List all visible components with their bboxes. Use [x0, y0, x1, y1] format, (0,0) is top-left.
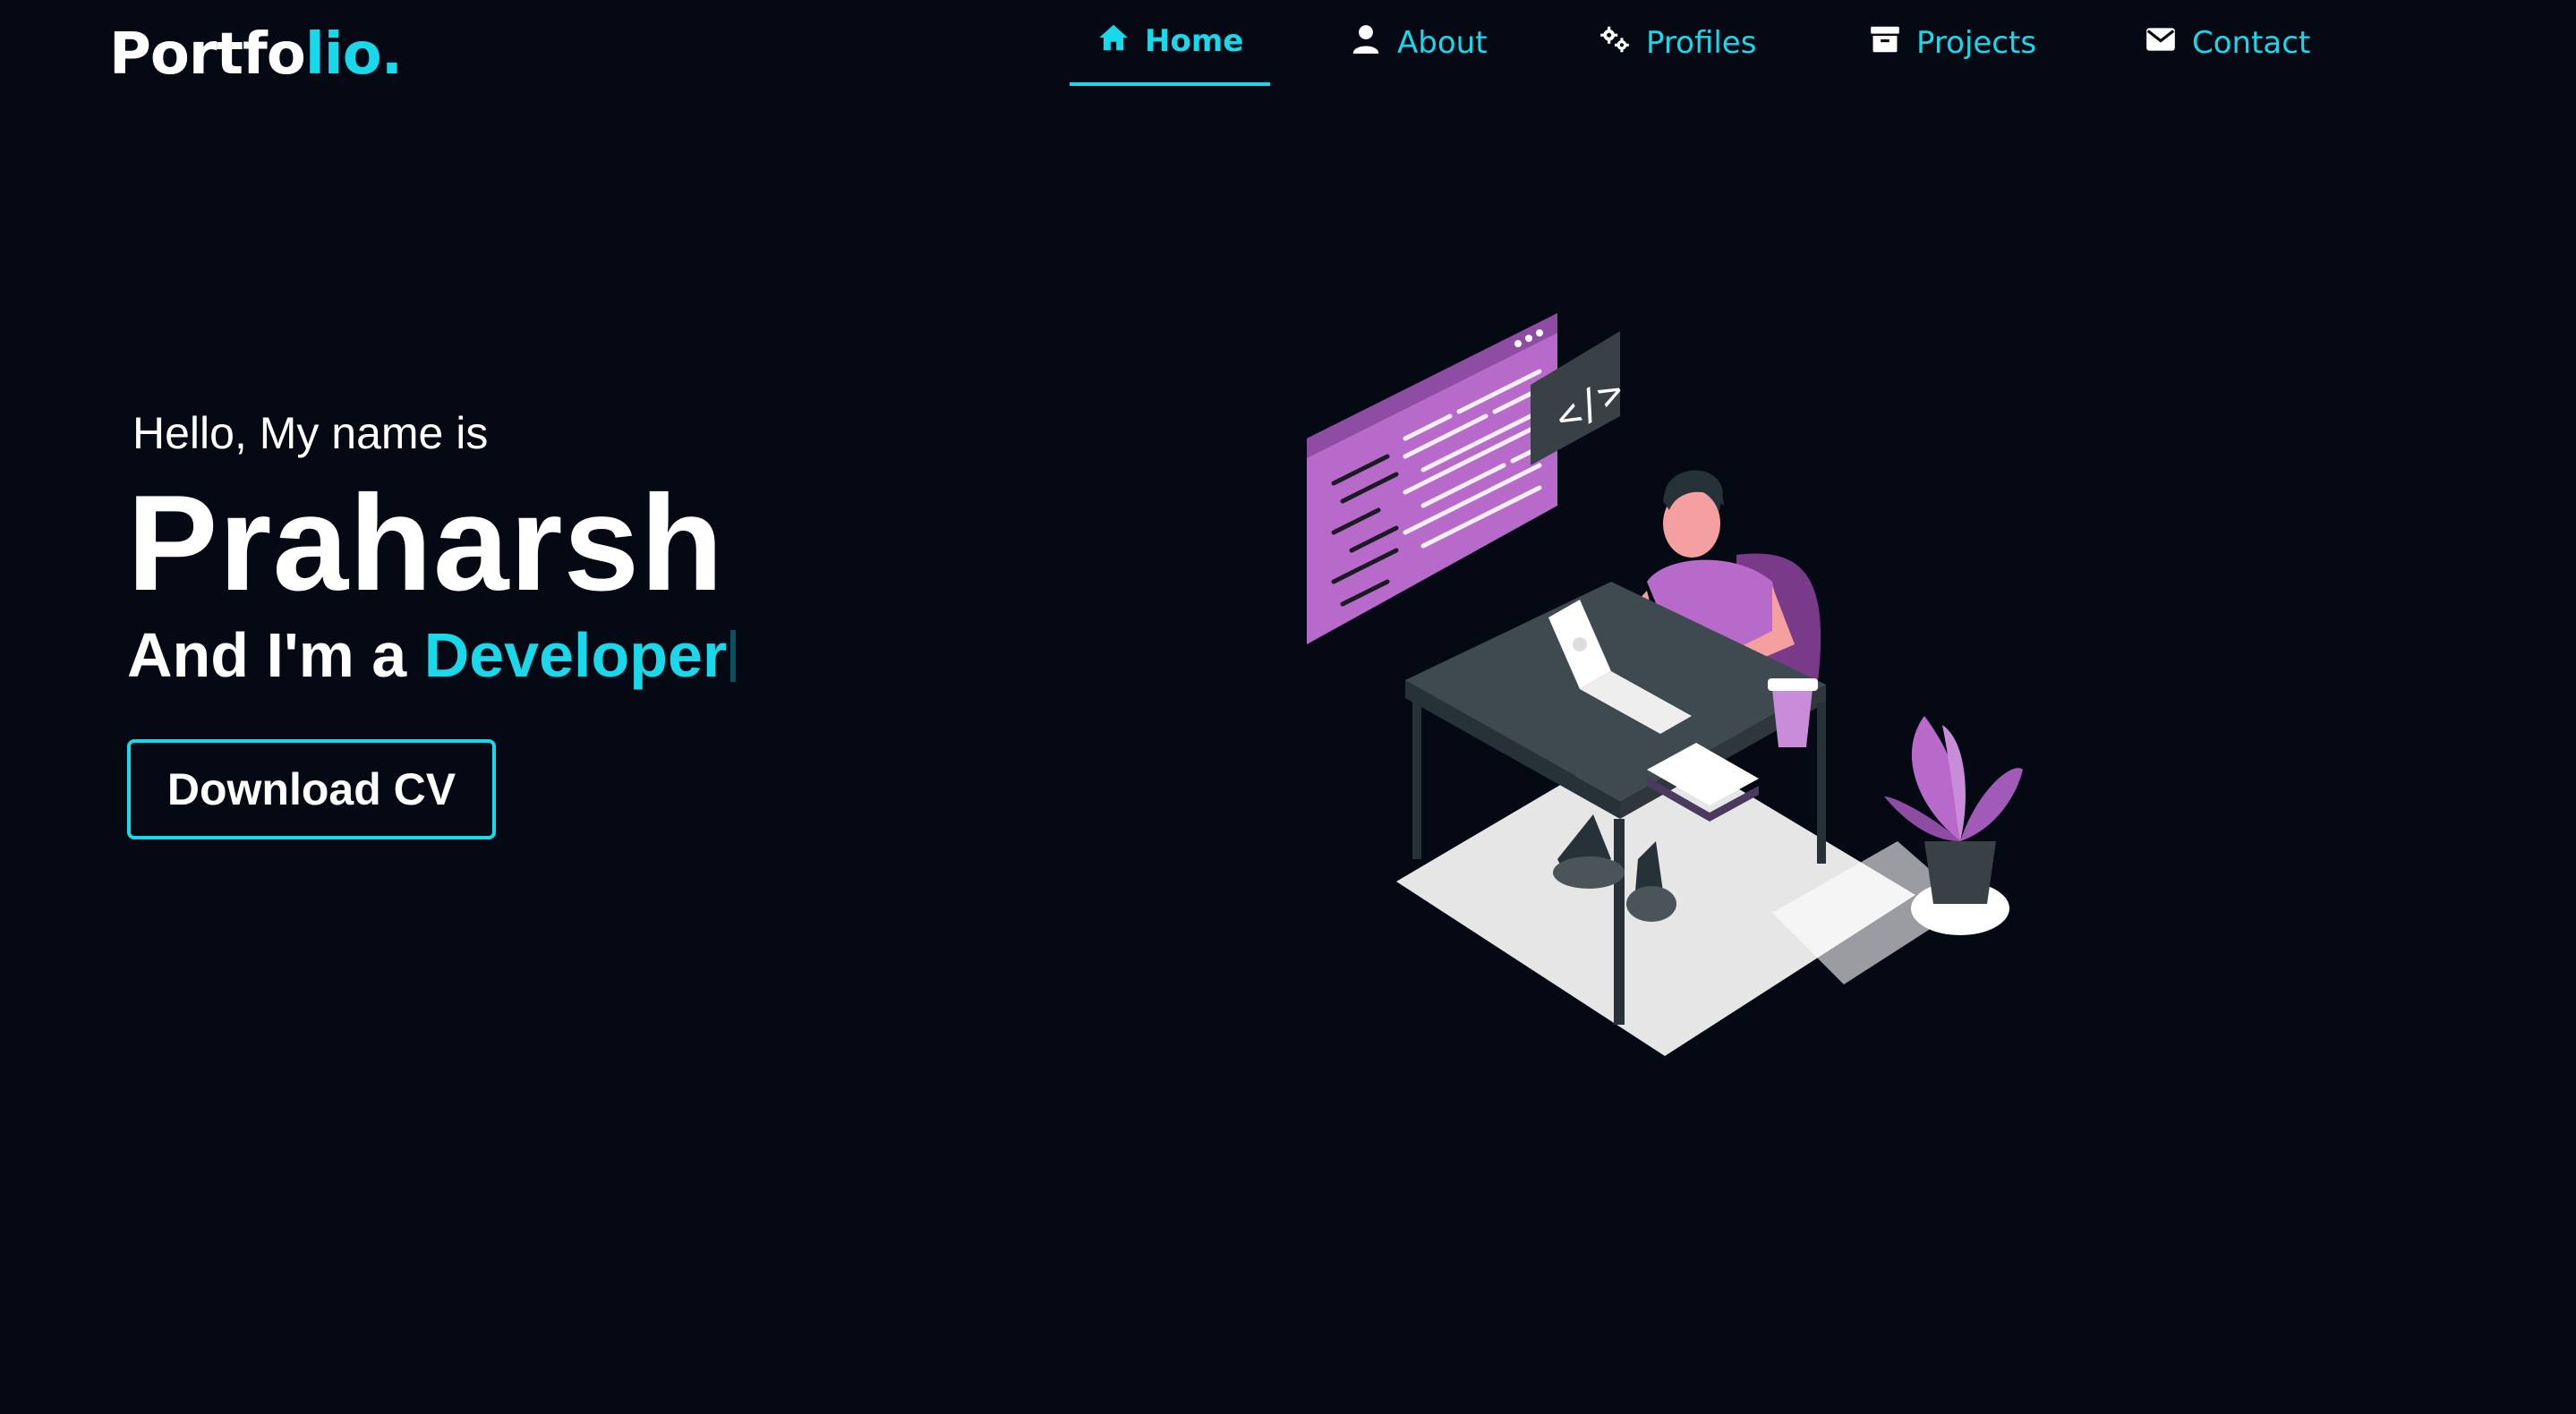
- nav-item-projects[interactable]: Projects: [1868, 0, 2036, 86]
- nav-label-about: About: [1397, 25, 1488, 61]
- hero-name: Praharsh: [127, 467, 724, 619]
- nav-item-about[interactable]: About: [1349, 0, 1488, 86]
- nav-item-contact[interactable]: Contact: [2144, 0, 2310, 86]
- download-cv-button[interactable]: Download CV: [127, 739, 496, 839]
- nav-label-home: Home: [1145, 23, 1244, 59]
- logo-accent: lio.: [304, 21, 403, 88]
- developer-at-desk-illustration: </>: [1307, 313, 2023, 1056]
- nav-item-home[interactable]: Home: [1070, 0, 1271, 86]
- nav-item-profiles[interactable]: Profiles: [1598, 0, 1756, 86]
- nav-label-contact: Contact: [2192, 25, 2311, 61]
- typing-cursor: [730, 630, 737, 682]
- logo-main: Portfo: [109, 21, 306, 88]
- role-prefix: And I'm a: [127, 620, 424, 690]
- home-icon: [1096, 21, 1130, 63]
- hero-role: And I'm a Developer: [127, 619, 737, 691]
- envelope-icon: [2144, 22, 2178, 64]
- gears-icon: [1598, 22, 1632, 64]
- role-highlight: Developer: [423, 620, 728, 690]
- user-icon: [1349, 22, 1383, 64]
- logo[interactable]: Portfolio.: [109, 21, 403, 88]
- nav-label-projects: Projects: [1916, 25, 2037, 61]
- hero-greeting: Hello, My name is: [132, 408, 489, 458]
- nav-label-profiles: Profiles: [1646, 25, 1757, 61]
- archive-icon: [1868, 22, 1902, 64]
